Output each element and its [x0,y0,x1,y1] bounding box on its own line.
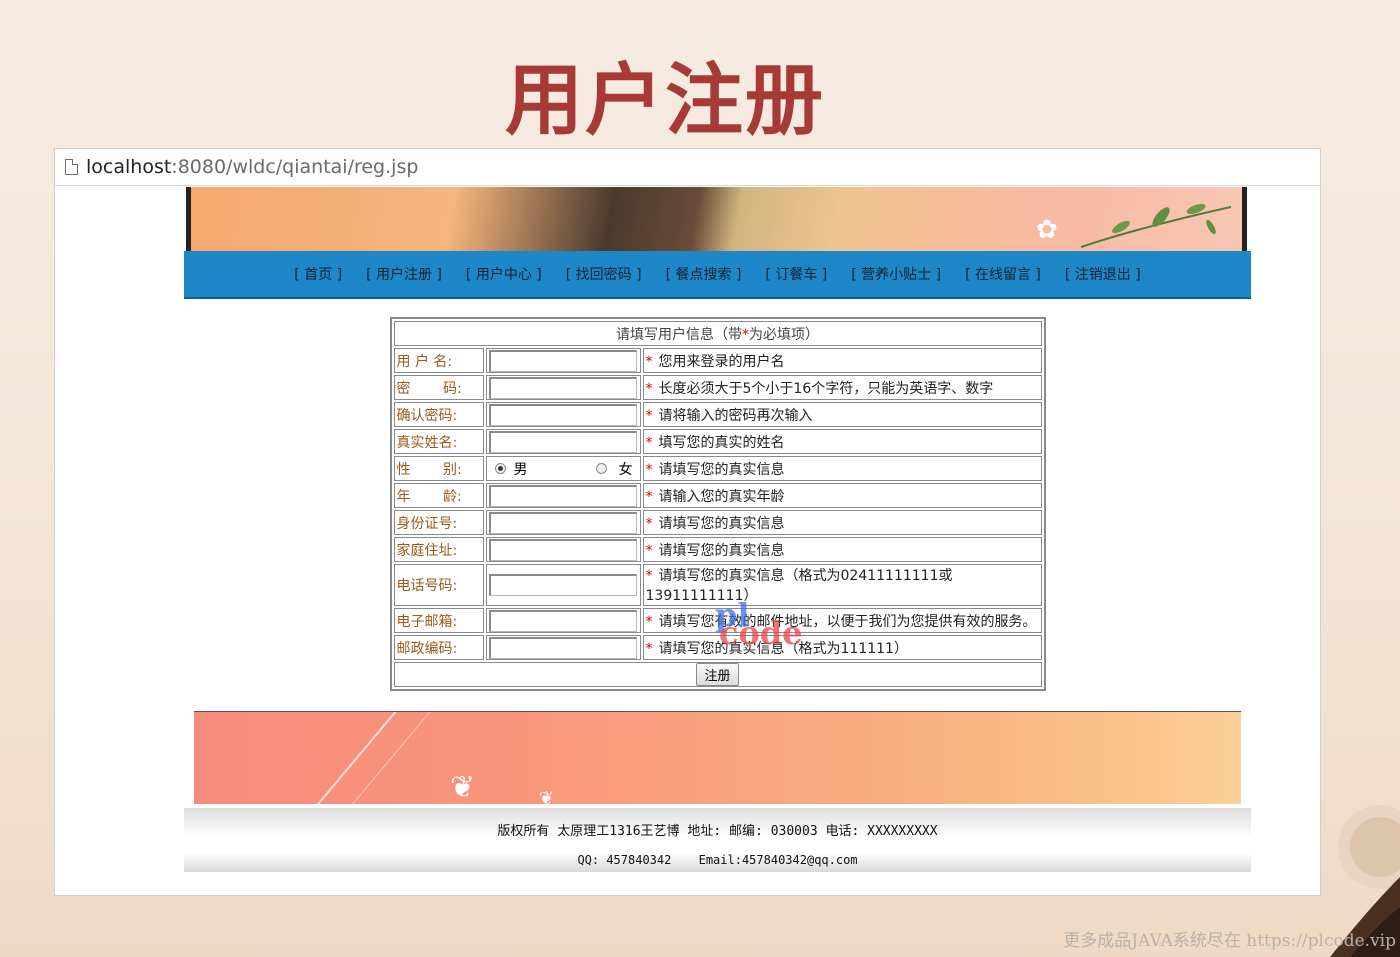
row-phone: 电话号码: * 请填写您的真实信息（格式为02411111111或13911111… [393,564,1042,606]
watermark-bottom-text: 更多成品JAVA系统尽在 https://plcode.vip [1063,931,1396,951]
banner-streak [292,712,398,804]
real-name-input[interactable] [488,430,637,453]
row-gender: 性 别: 男 女 * 请填写您的真实信息 [393,456,1042,481]
row-password: 密 码: * 长度必须大于5个小于16个字符，只能为英语字、数字 [393,375,1042,400]
leaves-decoration [1081,203,1231,248]
gender-female-label: 女 [618,461,633,478]
caption-after: 为必填项） [749,326,819,343]
flower-icon: ✿ [1036,215,1058,245]
gender-female-radio[interactable] [595,463,607,474]
url-text[interactable]: localhost:8080/wldc/qiantai/reg.jsp [86,156,418,178]
required-mark: * [645,461,653,478]
row-postcode: 邮政编码: * 请填写您的真实信息（格式为111111） [393,635,1042,660]
required-mark: * [645,542,653,559]
label-real-name: 真实姓名: [393,429,484,454]
label-password: 密 码: [393,375,484,400]
label-age: 年 龄: [393,483,484,508]
hint-id-number: 请填写您的真实信息 [658,515,785,532]
required-mark: * [645,380,653,397]
address-input[interactable] [488,538,637,561]
label-id-number: 身份证号: [393,510,484,535]
row-address: 家庭住址: * 请填写您的真实信息 [393,537,1042,562]
site-content: ✿ [ 首页 ] [ 用户注册 ] [ 用户中心 ] [ 找回密码 ] [ 餐点… [184,187,1251,872]
hint-real-name: 填写您的真实的姓名 [658,434,785,451]
label-postcode: 邮政编码: [393,635,484,660]
form-caption: 请填写用户信息（带*为必填项） [393,321,1042,346]
footer-contact: QQ: 457840342 Email:457840342@qq.com [184,839,1251,867]
required-mark: * [645,488,653,505]
hint-password: 长度必须大于5个小于16个字符，只能为英语字、数字 [658,380,994,397]
label-username: 用 户 名: [393,348,484,373]
hint-username: 您用来登录的用户名 [658,353,785,370]
label-phone: 电话号码: [393,564,484,606]
header-banner: ✿ [186,187,1247,251]
password-input[interactable] [488,376,637,399]
nav-user-center[interactable]: [ 用户中心 ] [466,264,542,284]
hint-address: 请填写您的真实信息 [658,542,785,559]
label-address: 家庭住址: [393,537,484,562]
required-mark: * [645,434,653,451]
nav-meal-search[interactable]: [ 餐点搜索 ] [666,264,742,284]
gender-male-label: 男 [513,461,528,478]
hint-email: 请填写您有效的邮件地址，以便于我们为您提供有效的服务。 [658,613,1037,630]
butterfly-small-icon: ❦ [539,788,555,804]
footer-qq: QQ: 457840342 [577,853,672,867]
age-input[interactable] [488,484,637,507]
nav-nutrition-tips[interactable]: [ 营养小贴士 ] [851,264,941,284]
hint-phone: 请填写您的真实信息（格式为02411111111或13911111111） [645,568,953,604]
main-nav: [ 首页 ] [ 用户注册 ] [ 用户中心 ] [ 找回密码 ] [ 餐点搜索… [184,251,1251,299]
banner-streak-2 [327,712,432,804]
footer-copyright: 版权所有 太原理工1316王艺博 地址: 邮编: 030003 电话: XXXX… [497,824,938,839]
gender-radio-group: 男 女 [489,459,638,479]
address-bar[interactable]: localhost:8080/wldc/qiantai/reg.jsp [55,149,1320,186]
slide-title: 用户注册 [504,56,825,146]
page-icon [65,159,78,175]
hint-gender: 请填写您的真实信息 [658,461,785,478]
nav-logout[interactable]: [ 注销退出 ] [1065,264,1141,284]
butterfly-icon: ❦ [450,770,476,804]
row-email: 电子邮箱: * 请填写您有效的邮件地址，以便于我们为您提供有效的服务。 [393,608,1042,633]
row-real-name: 真实姓名: * 填写您的真实的姓名 [393,429,1042,454]
footer-email: Email:457840342@qq.com [698,853,858,867]
hint-postcode: 请填写您的真实信息（格式为111111） [658,640,908,657]
nav-order-cart[interactable]: [ 订餐车 ] [765,264,827,284]
required-mark: * [645,613,653,630]
hint-confirm-password: 请将输入的密码再次输入 [658,407,813,424]
confirm-password-input[interactable] [488,403,637,426]
phone-input[interactable] [488,574,637,596]
label-gender: 性 别: [393,456,484,481]
id-number-input[interactable] [488,511,637,534]
required-mark: * [645,515,653,532]
label-email: 电子邮箱: [393,608,484,633]
nav-home[interactable]: [ 首页 ] [294,264,342,284]
row-id-number: 身份证号: * 请填写您的真实信息 [393,510,1042,535]
hint-age: 请输入您的真实年龄 [658,488,785,505]
nav-online-message[interactable]: [ 在线留言 ] [965,264,1041,284]
row-confirm-password: 确认密码: * 请将输入的密码再次输入 [393,402,1042,427]
caption-star: * [742,326,749,343]
required-mark: * [645,640,653,657]
register-form-table: 请填写用户信息（带*为必填项） 用 户 名: * 您用来登录的用户名 密 码: *… [389,317,1046,691]
username-input[interactable] [488,349,637,372]
nav-find-password[interactable]: [ 找回密码 ] [566,264,642,284]
register-form-wrap: 请填写用户信息（带*为必填项） 用 户 名: * 您用来登录的用户名 密 码: *… [184,317,1251,691]
footer-banner: ❦ ❦ [194,711,1241,804]
register-button[interactable]: 注册 [696,663,739,686]
email-input[interactable] [488,609,637,632]
footer: 版权所有 太原理工1316王艺博 地址: 邮编: 030003 电话: XXXX… [184,808,1251,872]
url-host: localhost [86,156,172,178]
row-username: 用 户 名: * 您用来登录的用户名 [393,348,1042,373]
required-mark: * [645,568,653,584]
required-mark: * [645,407,653,424]
url-path: :8080/wldc/qiantai/reg.jsp [171,156,419,178]
row-age: 年 龄: * 请输入您的真实年龄 [393,483,1042,508]
browser-window: localhost:8080/wldc/qiantai/reg.jsp ✿ [ … [54,148,1321,896]
postcode-input[interactable] [488,636,637,659]
label-confirm-password: 确认密码: [393,402,484,427]
required-mark: * [645,353,653,370]
nav-register[interactable]: [ 用户注册 ] [366,264,442,284]
gender-male-radio[interactable] [494,463,506,474]
caption-before: 请填写用户信息（带 [616,326,742,343]
